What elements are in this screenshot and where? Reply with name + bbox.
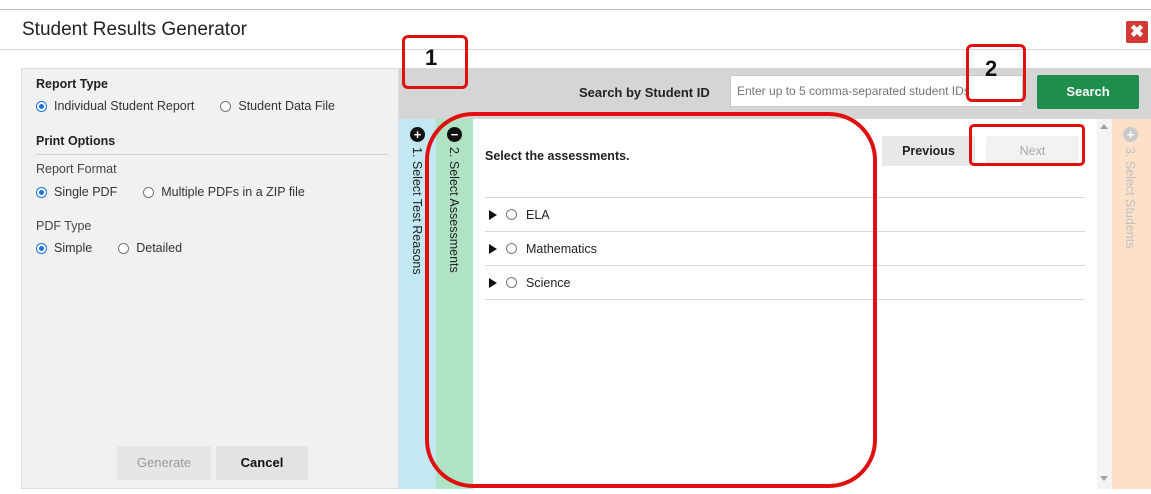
radio-selected-icon[interactable]: [36, 242, 47, 254]
report-format-label: Report Format: [36, 162, 117, 176]
callout-number-1: 1: [425, 45, 438, 70]
pdf-type-label: PDF Type: [36, 219, 92, 233]
scroll-down-icon[interactable]: [1100, 476, 1108, 481]
generate-button[interactable]: Generate: [117, 446, 211, 480]
radio-label: Multiple PDFs in a ZIP file: [161, 185, 305, 199]
previous-button[interactable]: Previous: [882, 136, 975, 166]
divider: [36, 154, 388, 155]
radio-icon[interactable]: [220, 100, 232, 112]
format-multiple-pdfs[interactable]: Multiple PDFs in a ZIP file: [143, 185, 305, 199]
pdf-type-detailed[interactable]: Detailed: [118, 241, 182, 255]
pdf-type-group: Simple Detailed: [36, 241, 182, 255]
close-icon[interactable]: ✖: [1126, 21, 1148, 43]
cancel-button[interactable]: Cancel: [216, 446, 308, 480]
report-type-group: Individual Student Report Student Data F…: [36, 99, 335, 113]
callout-box-next: [969, 124, 1085, 166]
tab-label: 1. Select Test Reasons: [410, 147, 424, 275]
plus-icon[interactable]: +: [410, 127, 425, 142]
radio-icon[interactable]: [143, 186, 155, 198]
scrollbar[interactable]: [1097, 119, 1112, 489]
callout-number-2: 2: [985, 56, 998, 81]
search-button[interactable]: Search: [1037, 75, 1139, 109]
radio-icon[interactable]: [118, 242, 130, 254]
tab-label: 3. Select Students: [1123, 147, 1137, 249]
report-type-individual[interactable]: Individual Student Report: [36, 99, 194, 113]
radio-label: Individual Student Report: [54, 99, 195, 113]
report-type-data-file[interactable]: Student Data File: [220, 99, 335, 113]
report-type-heading: Report Type: [36, 77, 108, 91]
radio-selected-icon[interactable]: [36, 186, 47, 198]
tab-select-students[interactable]: + 3. Select Students: [1112, 119, 1151, 489]
pdf-type-simple[interactable]: Simple: [36, 241, 92, 255]
radio-selected-icon[interactable]: [36, 100, 47, 112]
options-panel: Report Type Individual Student Report St…: [21, 68, 399, 489]
format-single-pdf[interactable]: Single PDF: [36, 185, 117, 199]
print-options-heading: Print Options: [36, 134, 116, 148]
radio-label: Simple: [54, 241, 93, 255]
scroll-up-icon[interactable]: [1100, 124, 1108, 129]
radio-label: Student Data File: [238, 99, 335, 113]
search-label: Search by Student ID: [579, 85, 710, 100]
radio-label: Single PDF: [54, 185, 118, 199]
plus-icon[interactable]: +: [1123, 127, 1138, 142]
dialog-title: Student Results Generator: [22, 19, 247, 40]
radio-label: Detailed: [136, 241, 183, 255]
report-format-group: Single PDF Multiple PDFs in a ZIP file: [36, 185, 305, 199]
callout-box-assessments: [425, 112, 877, 488]
